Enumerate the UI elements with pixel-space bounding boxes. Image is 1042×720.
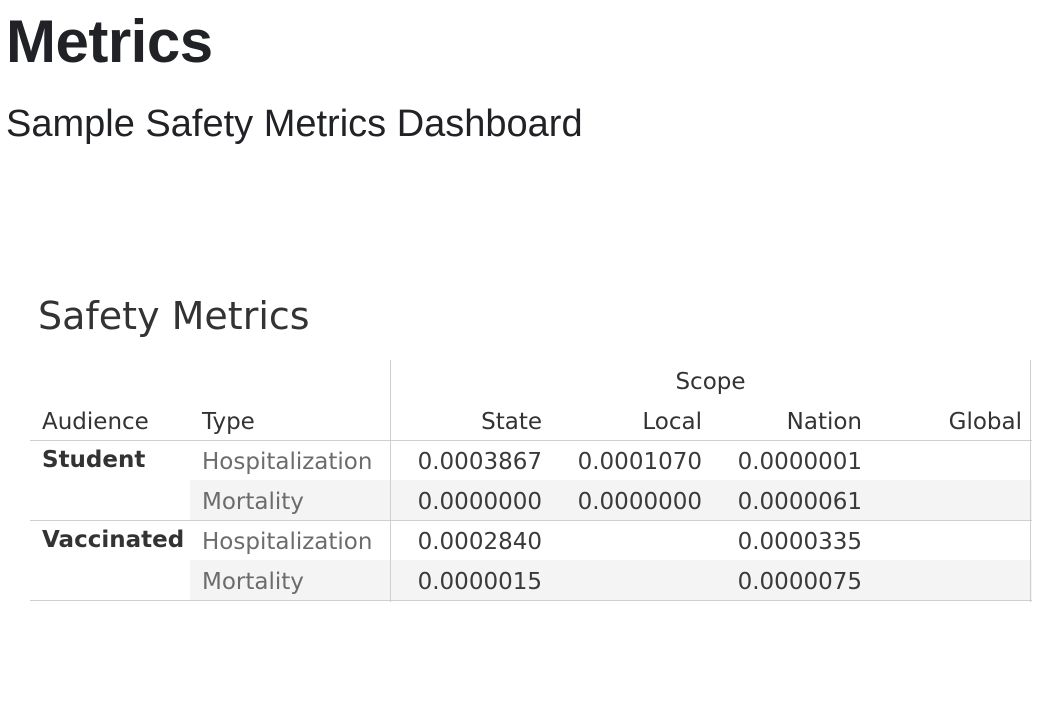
value-cell[interactable]: 0.0003867 — [391, 442, 542, 482]
value-cell[interactable] — [871, 442, 1022, 482]
value-cell[interactable]: 0.0001070 — [551, 442, 702, 482]
value-cell[interactable]: 0.0000000 — [551, 482, 702, 522]
value-cell[interactable]: 0.0000000 — [391, 482, 542, 522]
type-label[interactable]: Mortality — [202, 482, 304, 522]
column-header-type[interactable]: Type — [202, 402, 255, 442]
column-header-local[interactable]: Local — [551, 402, 702, 442]
value-cell[interactable] — [551, 522, 702, 562]
audience-label[interactable]: Vaccinated — [42, 520, 184, 560]
value-cell[interactable] — [551, 562, 702, 602]
column-header-global[interactable]: Global — [871, 402, 1022, 442]
column-header-nation[interactable]: Nation — [711, 402, 862, 442]
value-cell[interactable]: 0.0000061 — [711, 482, 862, 522]
scope-header: Scope — [675, 369, 746, 395]
column-header-audience[interactable]: Audience — [42, 402, 149, 442]
value-cell[interactable]: 0.0000075 — [711, 562, 862, 602]
page-subtitle: Sample Safety Metrics Dashboard — [6, 103, 583, 145]
safety-metrics-crosstab[interactable]: Scope Audience Type State Local Nation G… — [30, 360, 1032, 602]
value-cell[interactable]: 0.0000335 — [711, 522, 862, 562]
sheet-title: Safety Metrics — [38, 294, 310, 338]
type-label[interactable]: Hospitalization — [202, 522, 372, 562]
audience-label[interactable]: Student — [42, 440, 145, 480]
page-title: Metrics — [6, 8, 213, 75]
type-label[interactable]: Hospitalization — [202, 442, 372, 482]
right-border — [1030, 360, 1031, 602]
value-cell[interactable]: 0.0000001 — [711, 442, 862, 482]
type-label[interactable]: Mortality — [202, 562, 304, 602]
column-header-state[interactable]: State — [391, 402, 542, 442]
value-cell[interactable]: 0.0000015 — [391, 562, 542, 602]
value-cell[interactable]: 0.0002840 — [391, 522, 542, 562]
value-cell[interactable] — [871, 522, 1022, 562]
value-cell[interactable] — [871, 562, 1022, 602]
value-cell[interactable] — [871, 482, 1022, 522]
